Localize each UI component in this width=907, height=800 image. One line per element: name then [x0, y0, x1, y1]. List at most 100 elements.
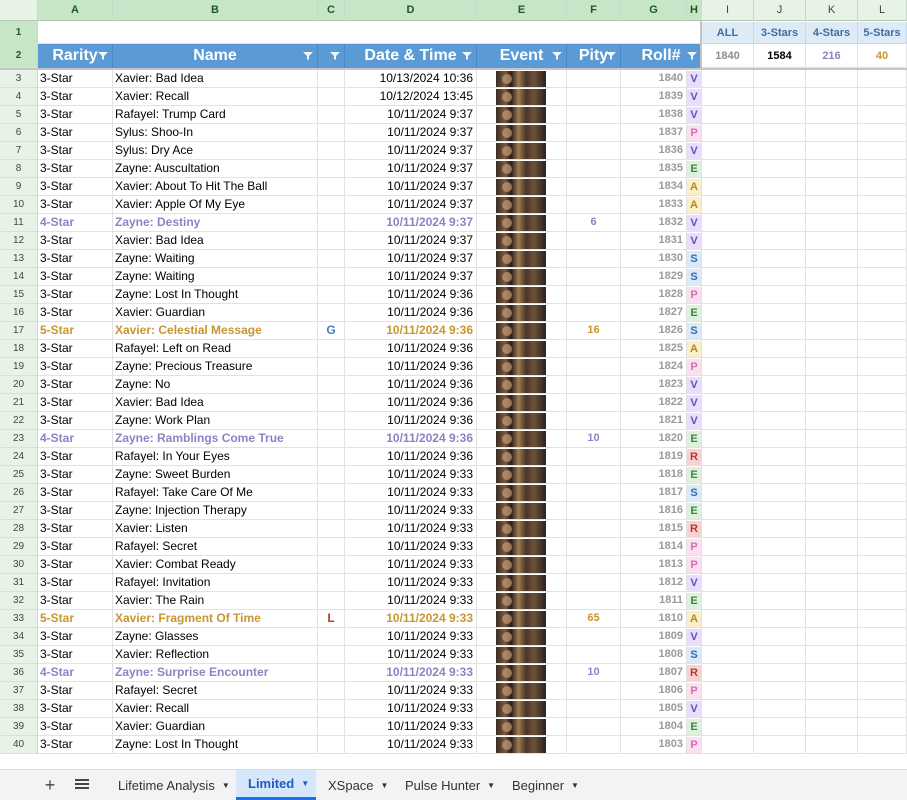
row-header-31[interactable]: 31	[0, 574, 38, 592]
code-cell[interactable]: P	[687, 736, 702, 754]
tab-limited[interactable]: Limited ▼	[236, 770, 316, 800]
date-cell[interactable]: 10/11/2024 9:33	[345, 682, 477, 700]
empty-cell[interactable]	[858, 466, 907, 484]
rarity-cell[interactable]: 3-Star	[38, 394, 113, 412]
tag-cell[interactable]	[318, 124, 345, 142]
code-cell[interactable]: E	[687, 718, 702, 736]
row-header-17[interactable]: 17	[0, 322, 38, 340]
header-c[interactable]	[318, 44, 345, 68]
empty-cell[interactable]	[806, 646, 858, 664]
date-cell[interactable]: 10/11/2024 9:36	[345, 376, 477, 394]
date-cell[interactable]: 10/11/2024 9:33	[345, 718, 477, 736]
tag-cell[interactable]	[318, 700, 345, 718]
name-cell[interactable]: Zayne: No	[113, 376, 318, 394]
row-header-5[interactable]: 5	[0, 106, 38, 124]
empty-cell[interactable]	[806, 124, 858, 142]
empty-cell[interactable]	[858, 178, 907, 196]
pity-cell[interactable]	[567, 718, 621, 736]
pity-cell[interactable]	[567, 286, 621, 304]
date-cell[interactable]: 10/11/2024 9:33	[345, 664, 477, 682]
header-event[interactable]: Event	[477, 44, 567, 68]
empty-cell[interactable]	[754, 304, 806, 322]
empty-cell[interactable]	[702, 358, 754, 376]
name-cell[interactable]: Xavier: Bad Idea	[113, 70, 318, 88]
code-cell[interactable]: V	[687, 232, 702, 250]
tag-cell[interactable]	[318, 412, 345, 430]
header-rarity[interactable]: Rarity	[38, 44, 113, 68]
event-cell[interactable]	[477, 340, 567, 358]
tag-cell[interactable]	[318, 232, 345, 250]
empty-cell[interactable]	[858, 88, 907, 106]
column-header-h[interactable]: H	[687, 0, 702, 21]
empty-cell[interactable]	[806, 376, 858, 394]
tag-cell[interactable]	[318, 70, 345, 88]
add-sheet-button[interactable]: +	[40, 770, 60, 800]
name-cell[interactable]: Zayne: Sweet Burden	[113, 466, 318, 484]
code-cell[interactable]: V	[687, 412, 702, 430]
roll-cell[interactable]: 1804	[621, 718, 687, 736]
code-cell[interactable]: V	[687, 700, 702, 718]
empty-cell[interactable]	[754, 160, 806, 178]
row-header-12[interactable]: 12	[0, 232, 38, 250]
date-cell[interactable]: 10/11/2024 9:33	[345, 502, 477, 520]
event-cell[interactable]	[477, 484, 567, 502]
filter-icon[interactable]	[98, 51, 108, 61]
name-cell[interactable]: Zayne: Precious Treasure	[113, 358, 318, 376]
empty-cell[interactable]	[858, 412, 907, 430]
empty-cell[interactable]	[806, 574, 858, 592]
empty-cell[interactable]	[858, 592, 907, 610]
tag-cell[interactable]	[318, 268, 345, 286]
rarity-cell[interactable]: 3-Star	[38, 106, 113, 124]
empty-cell[interactable]	[702, 214, 754, 232]
name-cell[interactable]: Xavier: Combat Ready	[113, 556, 318, 574]
tag-cell[interactable]	[318, 286, 345, 304]
tag-cell[interactable]	[318, 178, 345, 196]
name-cell[interactable]: Xavier: Guardian	[113, 718, 318, 736]
tab-beginner[interactable]: Beginner ▼	[500, 770, 579, 800]
empty-cell[interactable]	[858, 322, 907, 340]
roll-cell[interactable]: 1823	[621, 376, 687, 394]
empty-cell[interactable]	[858, 232, 907, 250]
row-header-35[interactable]: 35	[0, 646, 38, 664]
empty-cell[interactable]	[702, 286, 754, 304]
empty-cell[interactable]	[806, 682, 858, 700]
empty-cell[interactable]	[702, 322, 754, 340]
tag-cell[interactable]	[318, 556, 345, 574]
event-cell[interactable]	[477, 88, 567, 106]
empty-cell[interactable]	[754, 196, 806, 214]
empty-cell[interactable]	[754, 358, 806, 376]
empty-cell[interactable]	[754, 322, 806, 340]
freeze-row-divider[interactable]	[0, 68, 907, 70]
empty-cell[interactable]	[806, 502, 858, 520]
tab-xspace[interactable]: XSpace ▼	[316, 770, 393, 800]
filter-icon[interactable]	[330, 51, 340, 61]
name-cell[interactable]: Xavier: Listen	[113, 520, 318, 538]
name-cell[interactable]: Rafayel: Left on Read	[113, 340, 318, 358]
pity-cell[interactable]	[567, 628, 621, 646]
empty-cell[interactable]	[702, 376, 754, 394]
date-cell[interactable]: 10/13/2024 10:36	[345, 70, 477, 88]
code-cell[interactable]: S	[687, 268, 702, 286]
roll-cell[interactable]: 1812	[621, 574, 687, 592]
empty-cell[interactable]	[858, 214, 907, 232]
roll-cell[interactable]: 1808	[621, 646, 687, 664]
date-cell[interactable]: 10/11/2024 9:33	[345, 520, 477, 538]
roll-cell[interactable]: 1816	[621, 502, 687, 520]
empty-cell[interactable]	[702, 520, 754, 538]
empty-cell[interactable]	[754, 268, 806, 286]
empty-cell[interactable]	[858, 340, 907, 358]
rarity-cell[interactable]: 3-Star	[38, 250, 113, 268]
date-cell[interactable]: 10/11/2024 9:36	[345, 322, 477, 340]
row-header-4[interactable]: 4	[0, 88, 38, 106]
empty-cell[interactable]	[702, 538, 754, 556]
empty-cell[interactable]	[702, 340, 754, 358]
empty-cell[interactable]	[858, 304, 907, 322]
roll-cell[interactable]: 1830	[621, 250, 687, 268]
name-cell[interactable]: Zayne: Ramblings Come True	[113, 430, 318, 448]
empty-cell[interactable]	[806, 538, 858, 556]
empty-cell[interactable]	[806, 394, 858, 412]
empty-cell[interactable]	[806, 556, 858, 574]
empty-cell[interactable]	[754, 520, 806, 538]
code-cell[interactable]: R	[687, 664, 702, 682]
rarity-cell[interactable]: 3-Star	[38, 196, 113, 214]
